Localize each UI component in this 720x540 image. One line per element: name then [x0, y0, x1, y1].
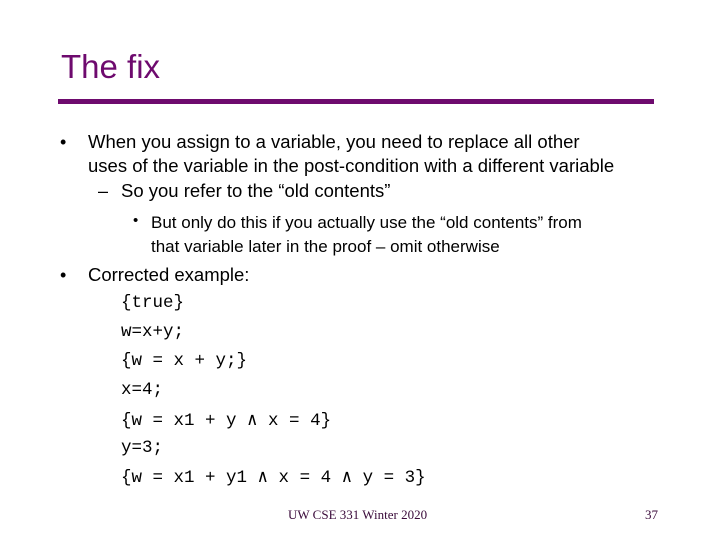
footer-course: UW CSE 331 Winter 2020 [288, 507, 428, 522]
slide-title: The fix [61, 48, 161, 85]
bullet-text: When you assign to a variable, you need … [88, 131, 580, 152]
sub-sub-bullet-marker: • [133, 212, 139, 229]
code-line: {w = x + y;} [121, 351, 248, 371]
sub-bullet-marker: – [98, 181, 109, 201]
page-number: 37 [645, 507, 658, 522]
sub-sub-bullet-text: that variable later in the proof – omit … [151, 237, 500, 256]
sub-bullet-text: So you refer to the “old contents” [121, 180, 391, 201]
code-line: {w = x1 + y1 ∧ x = 4 ∧ y = 3} [121, 468, 426, 488]
code-line: w=x+y; [121, 322, 185, 342]
bullet-text: Corrected example: [88, 264, 250, 285]
code-line: {true} [121, 293, 185, 313]
title-underline [58, 99, 654, 104]
code-line: y=3; [121, 438, 164, 458]
bullet-marker: • [60, 265, 67, 285]
bullet-marker: • [60, 132, 67, 152]
bullet-text: uses of the variable in the post-conditi… [88, 155, 615, 176]
sub-sub-bullet-text: But only do this if you actually use the… [151, 213, 582, 232]
code-line: {w = x1 + y ∧ x = 4} [121, 411, 332, 431]
code-line: x=4; [121, 380, 164, 400]
